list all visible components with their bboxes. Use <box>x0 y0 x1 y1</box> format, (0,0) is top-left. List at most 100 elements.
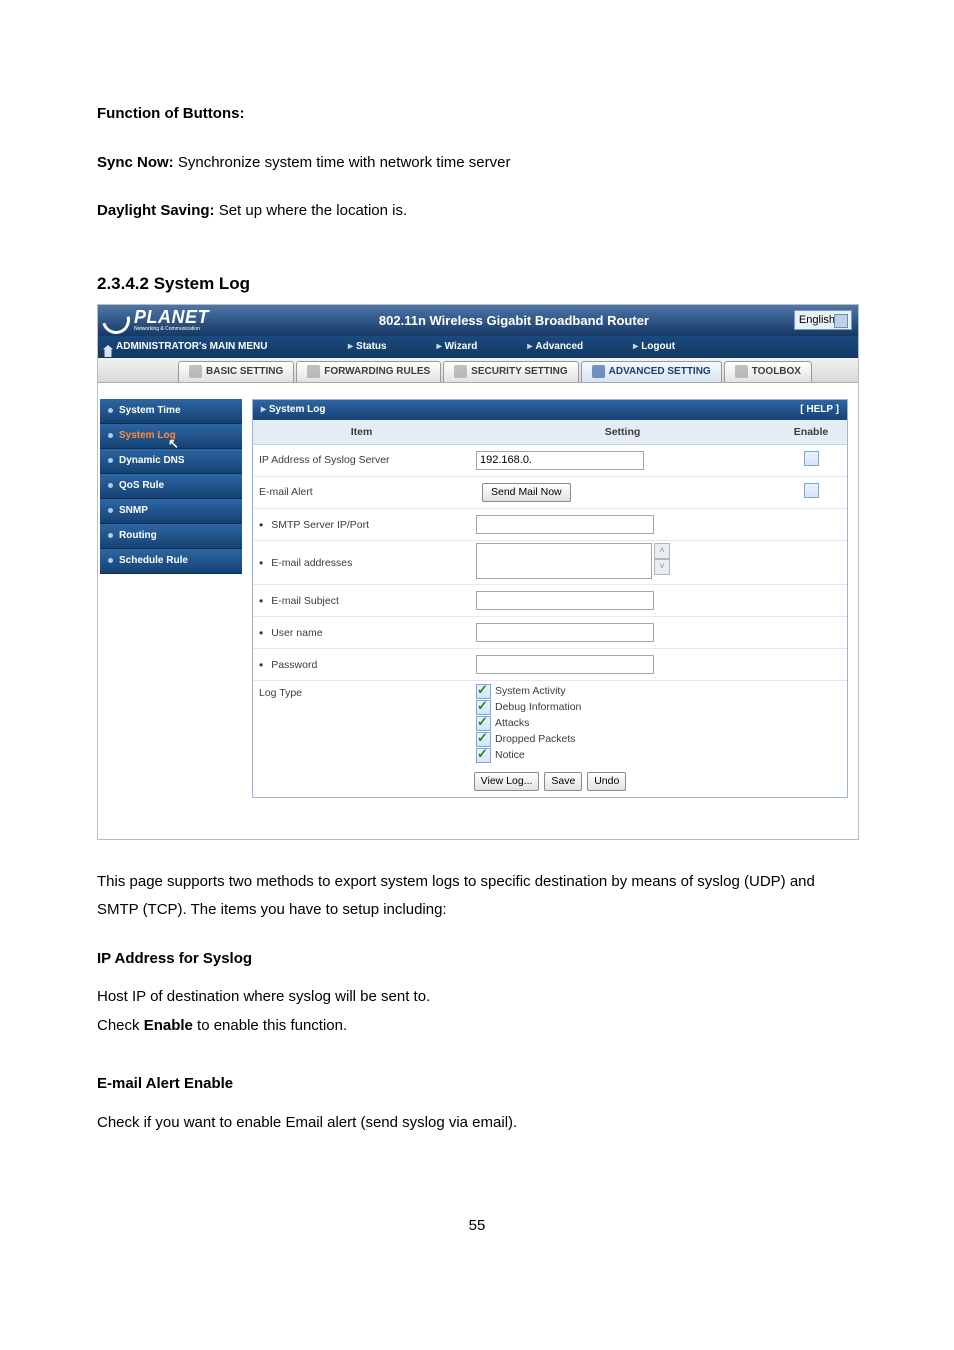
tab-advanced-setting[interactable]: ADVANCED SETTING <box>581 361 722 382</box>
logtype-dropped-packets[interactable]: Dropped Packets <box>476 732 769 747</box>
tab-label: SECURITY SETTING <box>471 366 568 377</box>
ip-syslog-line1: Host IP of destination where syslog will… <box>97 983 857 1012</box>
sidebar-item-qos-rule[interactable]: QoS Rule <box>100 474 242 499</box>
product-title: 802.11n Wireless Gigabit Broadband Route… <box>234 313 794 328</box>
col-setting: Setting <box>470 420 775 445</box>
sidebar-item-label: Routing <box>119 530 157 541</box>
menubar-link-advanced[interactable]: Advanced <box>517 341 623 352</box>
section-heading-system-log: 2.3.4.2 System Log <box>97 274 857 294</box>
tab-label: ADVANCED SETTING <box>609 366 711 377</box>
advanced-setting-icon <box>592 365 605 378</box>
tab-basic-setting[interactable]: BASIC SETTING <box>178 361 294 382</box>
menubar-link-status[interactable]: Status <box>338 341 427 352</box>
logo-text: PLANET <box>134 307 209 327</box>
router-header: PLANET Networking & Communication 802.11… <box>98 305 858 336</box>
sidebar: System Time System Log↖ Dynamic DNS QoS … <box>98 399 242 839</box>
save-button[interactable]: Save <box>544 772 582 791</box>
checkbox-icon <box>476 684 491 699</box>
checkbox-icon <box>476 700 491 715</box>
ip-syslog-line2a: Check <box>97 1017 144 1034</box>
option-label: Dropped Packets <box>495 733 576 745</box>
option-label: Notice <box>495 749 525 761</box>
panel-title: System Log <box>261 404 326 415</box>
logtype-notice[interactable]: Notice <box>476 748 769 763</box>
sidebar-item-system-time[interactable]: System Time <box>100 399 242 424</box>
log-type-options: System Activity Debug Information Attack… <box>476 684 769 763</box>
checkbox-icon <box>476 748 491 763</box>
tab-security-setting[interactable]: SECURITY SETTING <box>443 361 579 382</box>
language-select[interactable]: English <box>794 310 852 330</box>
sidebar-item-label: SNMP <box>119 505 148 516</box>
emails-textarea[interactable] <box>476 543 652 579</box>
undo-button[interactable]: Undo <box>587 772 626 791</box>
sync-now-label: Sync Now: <box>97 154 174 171</box>
row-password-label: Password <box>253 648 470 680</box>
scroll-down-icon[interactable]: ˅ <box>654 559 670 575</box>
language-value: English <box>799 314 835 326</box>
menubar-link-wizard[interactable]: Wizard <box>427 341 518 352</box>
ip-syslog-line2: Check Enable to enable this function. <box>97 1012 857 1041</box>
sync-now-line: Sync Now: Synchronize system time with n… <box>97 149 857 178</box>
sidebar-item-routing[interactable]: Routing <box>100 524 242 549</box>
checkbox-icon <box>476 732 491 747</box>
sidebar-item-snmp[interactable]: SNMP <box>100 499 242 524</box>
row-email-alert-label: E-mail Alert <box>253 476 470 508</box>
send-mail-now-button[interactable]: Send Mail Now <box>482 483 571 502</box>
sidebar-item-system-log[interactable]: System Log↖ <box>100 424 242 449</box>
page-description: This page supports two methods to export… <box>97 868 857 925</box>
password-input[interactable] <box>476 655 654 674</box>
logo-subtext: Networking & Communication <box>134 326 209 332</box>
row-emails-label: E-mail addresses <box>253 540 470 584</box>
sidebar-item-label: Schedule Rule <box>119 555 188 566</box>
system-log-panel: System Log [ HELP ] Item Setting Enable … <box>252 399 848 798</box>
email-alert-enable-checkbox[interactable] <box>804 483 819 498</box>
tab-toolbox[interactable]: TOOLBOX <box>724 361 812 382</box>
email-alert-text: Check if you want to enable Email alert … <box>97 1109 857 1138</box>
sync-now-text: Synchronize system time with network tim… <box>174 154 511 171</box>
menubar-link-logout[interactable]: Logout <box>623 341 715 352</box>
system-log-form: Item Setting Enable IP Address of Syslog… <box>253 420 847 797</box>
chevron-down-icon <box>839 318 845 322</box>
tab-label: TOOLBOX <box>752 366 801 377</box>
scroll-up-icon[interactable]: ˄ <box>654 543 670 559</box>
option-label: Attacks <box>495 717 529 729</box>
toolbox-icon <box>735 365 748 378</box>
help-link[interactable]: [ HELP ] <box>800 404 839 415</box>
col-item: Item <box>253 420 470 445</box>
daylight-text: Set up where the location is. <box>215 202 408 219</box>
planet-logo: PLANET Networking & Communication <box>102 306 234 334</box>
daylight-label: Daylight Saving: <box>97 202 215 219</box>
checkbox-icon <box>476 716 491 731</box>
smtp-input[interactable] <box>476 515 654 534</box>
logtype-system-activity[interactable]: System Activity <box>476 684 769 699</box>
option-label: Debug Information <box>495 701 581 713</box>
ip-syslog-line2b: Enable <box>144 1017 193 1034</box>
page-number: 55 <box>97 1217 857 1234</box>
syslog-ip-input[interactable] <box>476 451 644 470</box>
ip-syslog-line2c: to enable this function. <box>193 1017 347 1034</box>
forwarding-rules-icon <box>307 365 320 378</box>
syslog-enable-checkbox[interactable] <box>804 451 819 466</box>
row-username-label: User name <box>253 616 470 648</box>
sidebar-item-label: Dynamic DNS <box>119 455 185 466</box>
email-alert-heading: E-mail Alert Enable <box>97 1070 857 1099</box>
settings-tab-bar: BASIC SETTING FORWARDING RULES SECURITY … <box>98 358 858 383</box>
logtype-attacks[interactable]: Attacks <box>476 716 769 731</box>
subject-input[interactable] <box>476 591 654 610</box>
row-subject-label: E-mail Subject <box>253 584 470 616</box>
tab-label: BASIC SETTING <box>206 366 283 377</box>
tab-forwarding-rules[interactable]: FORWARDING RULES <box>296 361 441 382</box>
view-log-button[interactable]: View Log... <box>474 772 540 791</box>
logtype-debug-information[interactable]: Debug Information <box>476 700 769 715</box>
ip-syslog-heading: IP Address for Syslog <box>97 945 857 974</box>
sidebar-item-schedule-rule[interactable]: Schedule Rule <box>100 549 242 574</box>
row-syslog-ip-label: IP Address of Syslog Server <box>253 444 470 476</box>
username-input[interactable] <box>476 623 654 642</box>
row-logtype-label: Log Type <box>253 680 470 766</box>
function-of-buttons-heading: Function of Buttons: <box>97 100 857 129</box>
row-smtp-label: SMTP Server IP/Port <box>253 508 470 540</box>
sidebar-item-dynamic-dns[interactable]: Dynamic DNS <box>100 449 242 474</box>
col-enable: Enable <box>775 420 847 445</box>
sidebar-item-label: QoS Rule <box>119 480 164 491</box>
option-label: System Activity <box>495 685 566 697</box>
